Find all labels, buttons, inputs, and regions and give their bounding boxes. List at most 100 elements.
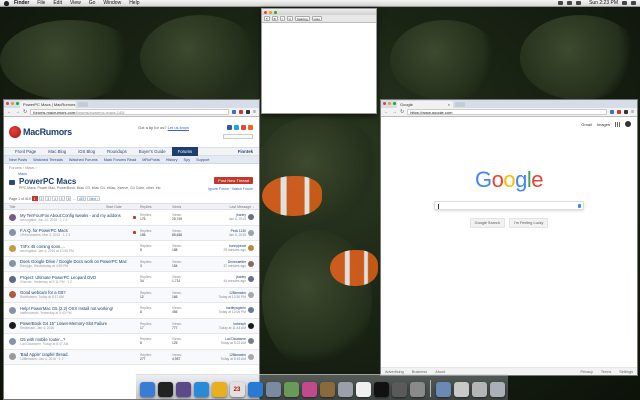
feeling-lucky-button[interactable]: I'm Feeling Lucky	[508, 218, 549, 228]
last-post-time[interactable]: 44 minutes ago	[204, 279, 246, 283]
account-avatar[interactable]	[625, 121, 631, 127]
footer-settings-link[interactable]: Settings	[619, 370, 633, 374]
ical-icon[interactable]: 23	[229, 382, 245, 397]
table-row[interactable]: My TenFourFox About:Config tweaks - and …	[4, 210, 259, 226]
activity-monitor-icon[interactable]	[391, 382, 407, 397]
paragraph-style-button[interactable]: ¶	[264, 16, 270, 21]
menu-icon[interactable]: ≡	[631, 109, 634, 115]
underline-button[interactable]: U	[286, 16, 293, 21]
last-post-time[interactable]: Today at 11:44 AM	[204, 326, 246, 330]
last-post-time[interactable]: Today at 9:23 AM	[204, 341, 246, 345]
footer-about-link[interactable]: About	[435, 370, 445, 374]
col-start-date[interactable]: Start Date	[106, 205, 140, 209]
wifi-icon[interactable]	[558, 1, 564, 5]
google-search-button[interactable]: Google Search	[469, 218, 505, 228]
avatar[interactable]	[248, 245, 254, 252]
page-link[interactable]: 4	[52, 196, 58, 201]
tab-google[interactable]: Google ×	[397, 101, 453, 108]
footer-terms-link[interactable]: Terms	[601, 370, 611, 374]
extension-icon[interactable]	[624, 110, 629, 114]
tab-powerpc-macs[interactable]: PowerPC Macs | MacRumors ×	[20, 101, 76, 108]
images-link[interactable]: Images	[597, 122, 610, 127]
page-link[interactable]: 1	[31, 196, 38, 201]
menu-window[interactable]: Window	[103, 0, 121, 6]
app-store-icon[interactable]	[247, 382, 263, 397]
avatar[interactable]	[248, 338, 254, 345]
avatar[interactable]	[248, 229, 254, 236]
menu-go[interactable]: Go	[89, 0, 96, 6]
breadcrumb[interactable]: Forums › Macs ›	[4, 164, 259, 172]
itunes-icon[interactable]	[301, 382, 317, 397]
avatar[interactable]	[9, 291, 16, 299]
avatar[interactable]	[9, 260, 16, 268]
trash-icon[interactable]	[489, 382, 505, 397]
new-tab-button[interactable]	[78, 102, 88, 107]
col-title[interactable]: Title	[9, 205, 106, 209]
nav-forums[interactable]: Forums	[171, 147, 199, 156]
rss-icon[interactable]	[248, 125, 253, 130]
close-icon[interactable]	[264, 10, 267, 14]
next-page-link[interactable]: Next ›	[87, 196, 100, 201]
extension-icon[interactable]	[239, 110, 244, 114]
forward-icon[interactable]: →	[392, 109, 397, 115]
extension-icon[interactable]	[246, 110, 251, 114]
table-row[interactable]: 'Bad Apple' crapfel thread. 128kmaxim, Ja…	[4, 349, 259, 365]
terminal-icon[interactable]	[373, 382, 389, 397]
footer-advertising-link[interactable]: Advertising	[385, 370, 404, 374]
url-field[interactable]: forums.macrumors.com/forums/powerpc-macs…	[30, 109, 230, 115]
footer-business-link[interactable]: Business	[412, 370, 427, 374]
extension-icon[interactable]	[610, 110, 615, 114]
avatar[interactable]	[9, 306, 16, 314]
forward-icon[interactable]: →	[15, 109, 20, 115]
zoom-icon[interactable]	[393, 102, 396, 105]
table-row[interactable]: T4Fx 45 coming soon.... avuvugabd, Jan 4,…	[4, 241, 259, 257]
menubar-clock[interactable]: Sun 2:23 PM	[589, 0, 618, 6]
close-icon[interactable]	[6, 102, 9, 105]
nav-watched-forums[interactable]: Watched Forums	[69, 158, 98, 162]
preview-icon[interactable]	[265, 382, 281, 397]
nav-watched-threads[interactable]: Watched Threads	[33, 158, 63, 162]
avatar[interactable]	[9, 244, 16, 252]
menu-edit[interactable]: Edit	[53, 0, 62, 6]
table-row[interactable]: G5 with mobile router...? Lud Dicatavne, …	[4, 334, 259, 350]
page-link[interactable]: 2	[38, 196, 45, 201]
user-menu[interactable]: Finntek	[238, 149, 259, 154]
spotlight-icon[interactable]	[622, 1, 627, 5]
avatar[interactable]	[248, 291, 254, 298]
page-link[interactable]: 5	[58, 196, 65, 201]
nav-mark-read[interactable]: Mark Forums Read	[104, 158, 137, 162]
avatar[interactable]	[9, 337, 16, 345]
textedit-icon[interactable]	[355, 382, 371, 397]
table-row[interactable]: Help! PowerMac G5 (2,2) OSX Install not …	[4, 303, 259, 319]
system-preferences-icon[interactable]	[409, 382, 425, 397]
gmail-link[interactable]: Gmail	[581, 122, 591, 127]
menu-file[interactable]: File	[37, 0, 45, 6]
menu-finder[interactable]: Finder	[14, 0, 29, 6]
nav-ios-blog[interactable]: iOS Blog	[72, 147, 101, 156]
last-post-time[interactable]: 29 minutes ago	[204, 248, 246, 252]
minimize-icon[interactable]	[269, 10, 272, 14]
apple-menu-icon[interactable]	[4, 0, 9, 6]
last-post-time[interactable]: 37 minutes ago	[204, 264, 246, 268]
tab-close-icon[interactable]: ×	[448, 102, 450, 107]
reload-icon[interactable]: ↻	[400, 109, 404, 115]
tip-link[interactable]: Let us know	[168, 125, 189, 130]
post-new-thread-button[interactable]: Post New Thread	[214, 177, 253, 184]
avatar[interactable]	[9, 229, 16, 237]
col-views[interactable]: Views	[172, 205, 204, 209]
mission-control-icon[interactable]	[175, 382, 191, 397]
avatar[interactable]	[248, 322, 254, 329]
nav-support[interactable]: Support	[196, 158, 209, 162]
table-row[interactable]: Project: Ultimate PowerPC Leopard DVD Gho…	[4, 272, 259, 288]
site-search-input[interactable]	[223, 134, 253, 139]
zoom-icon[interactable]	[16, 102, 19, 105]
menu-help[interactable]: Help	[129, 0, 139, 6]
iphoto-icon[interactable]	[283, 382, 299, 397]
avatar[interactable]	[248, 214, 254, 221]
utilities-icon[interactable]	[337, 382, 353, 397]
zoom-icon[interactable]	[274, 10, 277, 14]
avatar[interactable]	[9, 275, 16, 283]
avatar[interactable]	[9, 322, 16, 330]
last-post-time[interactable]: Today at 8:15 AM	[204, 357, 246, 361]
nav-mac-blog[interactable]: Mac Blog	[42, 147, 72, 156]
